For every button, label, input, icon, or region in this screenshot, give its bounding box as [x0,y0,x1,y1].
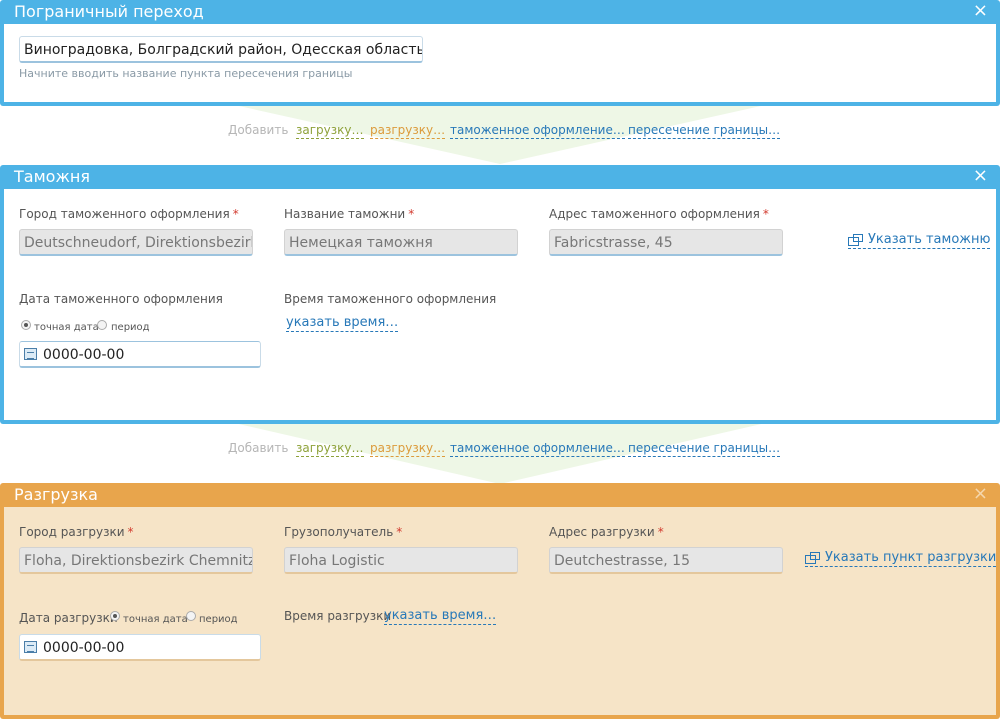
customs-date-label: Дата таможенного оформления [19,292,223,306]
panel-body: Город разгрузки * Floha, Direktionsbezirk… [4,507,997,715]
customs-panel: Таможня × Город таможенного оформления * … [0,165,1000,424]
add-border-link[interactable]: пересечение границы… [628,123,781,139]
panel-body: Город таможенного оформления * Deutschneu… [4,189,996,420]
unloading-date-label: Дата разгрузки [19,611,118,625]
close-icon[interactable]: × [973,482,988,506]
unloading-address-input[interactable]: Deutchestrasse, 15 [549,547,783,574]
panel-header: Пограничный переход × [0,0,1000,24]
calendar-icon[interactable] [24,641,37,653]
panel-header: Разгрузка × [0,483,1000,507]
add-border-link[interactable]: пересечение границы… [628,441,781,457]
specify-customs-link[interactable]: Указать таможню [848,232,991,249]
close-icon[interactable]: × [973,0,988,23]
panel-header: Таможня × [0,165,1000,189]
add-label: Добавить [228,123,289,137]
exact-date-radio[interactable] [110,611,120,621]
exact-date-radio[interactable] [21,320,31,330]
unloading-address-label: Адрес разгрузки * [549,525,664,539]
add-customs-link[interactable]: таможенное оформление… [450,441,625,457]
add-customs-link[interactable]: таможенное оформление… [450,123,625,139]
consignee-label: Грузополучатель * [284,525,403,539]
period-radio[interactable] [186,611,196,621]
calendar-icon[interactable] [24,348,37,360]
add-unloading-link[interactable]: разгрузку… [370,123,446,139]
period-label: период [111,322,150,333]
consignee-input[interactable]: Floha Logistic [284,547,518,574]
customs-city-input[interactable]: Deutschneudorf, Direktionsbezirk Chemnit… [19,229,253,256]
panel-title: Пограничный переход [14,2,204,21]
customs-name-input[interactable]: Немецкая таможня [284,229,518,256]
panel-body: Виноградовка, Болградский район, Одесска… [4,24,996,102]
panel-title: Разгрузка [14,485,98,504]
add-unloading-link[interactable]: разгрузку… [370,441,446,457]
external-link-icon [805,552,820,564]
unloading-panel: Разгрузка × Город разгрузки * Floha, Dire… [0,483,1000,719]
unloading-city-label: Город разгрузки * [19,525,134,539]
customs-city-label: Город таможенного оформления * [19,207,239,221]
customs-address-label: Адрес таможенного оформления * [549,207,769,221]
exact-date-label: точная дата [123,614,188,625]
add-loading-link[interactable]: загрузку… [296,123,364,139]
unloading-time-link[interactable]: указать время… [384,608,497,625]
exact-date-label: точная дата [34,322,99,333]
period-label: период [199,614,238,625]
panel-title: Таможня [14,167,90,186]
add-loading-link[interactable]: загрузку… [296,441,364,457]
border-crossing-hint: Начните вводить название пункта пересече… [19,67,353,80]
period-radio[interactable] [97,320,107,330]
unloading-date-input[interactable]: 0000-00-00 [19,634,261,661]
unloading-city-input[interactable]: Floha, Direktionsbezirk Chemnitz, Sachse… [19,547,253,574]
border-crossing-panel: Пограничный переход × Виноградовка, Болг… [0,0,1000,106]
external-link-icon [848,234,863,246]
close-icon[interactable]: × [973,164,988,188]
specify-unloading-link[interactable]: Указать пункт разгрузки [805,550,997,567]
customs-time-label: Время таможенного оформления [284,292,497,306]
customs-date-input[interactable]: 0000-00-00 [19,341,261,368]
customs-name-label: Название таможни * [284,207,415,221]
customs-time-link[interactable]: указать время… [286,315,399,332]
unloading-time-label: Время разгрузки [284,609,392,623]
border-crossing-input[interactable]: Виноградовка, Болградский район, Одесска… [19,36,423,63]
add-label: Добавить [228,441,289,455]
customs-address-input[interactable]: Fabricstrasse, 45 [549,229,783,256]
